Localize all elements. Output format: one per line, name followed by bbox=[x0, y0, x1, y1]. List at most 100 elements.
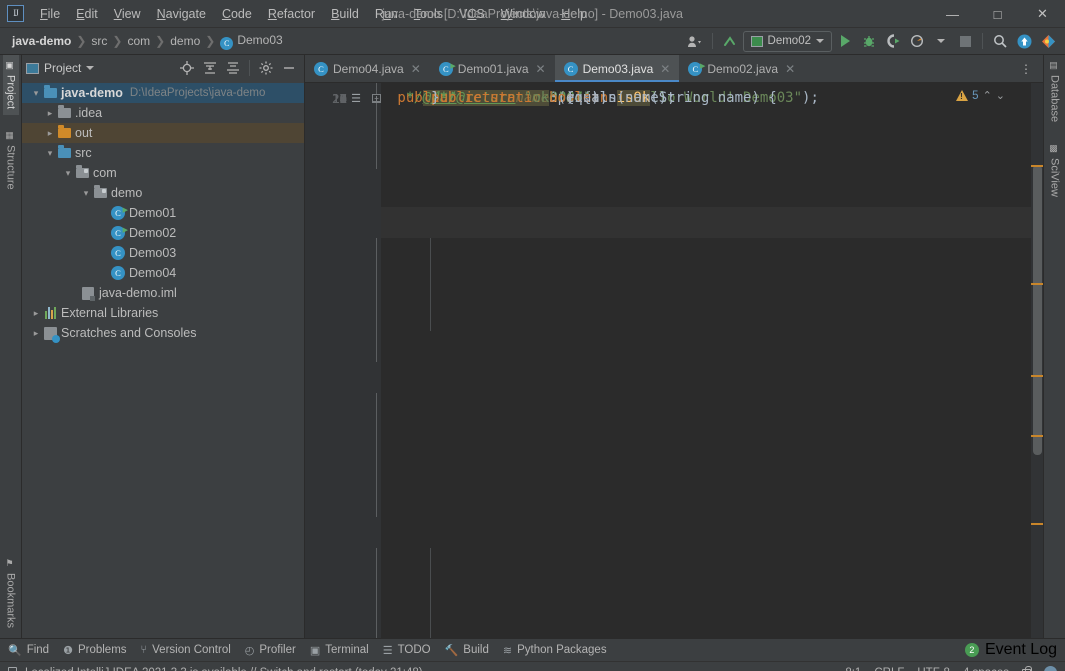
status-message[interactable]: Localized IntelliJ IDEA 2021.3.3 is avai… bbox=[25, 667, 423, 671]
ide-update-icon[interactable] bbox=[1013, 30, 1035, 52]
tool-window-problems[interactable]: ❶ Problems bbox=[63, 644, 126, 657]
warning-stripe-mark[interactable] bbox=[1031, 523, 1043, 525]
run-configuration-selector[interactable]: Demo02 bbox=[743, 31, 832, 52]
tab-overflow-icon[interactable]: ⋮ bbox=[1015, 58, 1037, 80]
tree-item-src[interactable]: ▾ src bbox=[22, 143, 304, 163]
menu-help[interactable]: Help bbox=[553, 4, 595, 24]
project-panel-title[interactable]: Project bbox=[26, 61, 94, 75]
sidebar-item-database[interactable]: ▤ Database bbox=[1047, 55, 1063, 128]
close-icon[interactable]: ✕ bbox=[785, 62, 795, 76]
line-separator[interactable]: CRLF bbox=[874, 667, 904, 671]
hide-panel-icon[interactable] bbox=[278, 57, 300, 79]
file-encoding[interactable]: UTF-8 bbox=[917, 667, 950, 671]
chevron-up-icon[interactable]: ⌃ bbox=[983, 89, 992, 102]
editor-gutter[interactable]: 4 5 6 7 8 9 10 11 12 13 14 15 16 17 18 1… bbox=[305, 83, 381, 638]
chevron-right-icon[interactable]: ▸ bbox=[44, 108, 56, 119]
chevron-down-icon[interactable]: ▾ bbox=[30, 88, 42, 99]
close-button[interactable]: ✕ bbox=[1020, 0, 1065, 28]
warning-stripe-mark[interactable] bbox=[1031, 435, 1043, 437]
sidebar-item-structure[interactable]: ▦ Structure bbox=[3, 115, 19, 196]
menu-edit[interactable]: Edit bbox=[68, 4, 106, 24]
editor-body[interactable]: 4 5 6 7 8 9 10 11 12 13 14 15 16 17 18 1… bbox=[305, 83, 1043, 638]
tree-item-demo04[interactable]: C Demo04 bbox=[22, 263, 304, 283]
menu-navigate[interactable]: Navigate bbox=[149, 4, 214, 24]
breadcrumb-item-class[interactable]: CDemo03 bbox=[216, 32, 286, 51]
breadcrumb-item-src[interactable]: src bbox=[87, 33, 111, 49]
indent-setting[interactable]: 4 spaces bbox=[963, 667, 1009, 671]
close-icon[interactable]: ✕ bbox=[411, 62, 421, 76]
breadcrumb-item-demo[interactable]: demo bbox=[166, 33, 204, 49]
menu-build[interactable]: Build bbox=[323, 4, 367, 24]
notifications-icon[interactable] bbox=[1044, 666, 1057, 671]
menu-file[interactable]: File bbox=[32, 4, 68, 24]
maximize-button[interactable]: □ bbox=[975, 0, 1020, 28]
menu-vcs[interactable]: VCS bbox=[451, 4, 493, 24]
javadoc-render-icon[interactable]: ☰ bbox=[349, 83, 363, 114]
minimize-button[interactable]: — bbox=[930, 0, 975, 28]
menu-code[interactable]: Code bbox=[214, 4, 260, 24]
tool-window-terminal[interactable]: ▣ Terminal bbox=[310, 644, 369, 657]
tab-demo04[interactable]: C Demo04.java ✕ bbox=[305, 55, 430, 82]
run-coverage-icon[interactable] bbox=[882, 30, 904, 52]
close-icon[interactable]: ✕ bbox=[536, 62, 546, 76]
tree-item-java-demo[interactable]: ▾ java-demo D:\IdeaProjects\java-demo bbox=[22, 83, 304, 103]
chevron-down-icon[interactable]: ▾ bbox=[62, 168, 74, 179]
tree-item-demo01[interactable]: C Demo01 bbox=[22, 203, 304, 223]
warning-stripe-mark[interactable] bbox=[1031, 283, 1043, 285]
code-editor[interactable]: * @author 水滴 * @date 2022/4/4 0004 */ pu… bbox=[381, 83, 1031, 638]
tool-window-python-packages[interactable]: ≋ Python Packages bbox=[503, 644, 607, 657]
event-log-widget[interactable]: 2 Event Log bbox=[965, 641, 1057, 659]
user-avatar-icon[interactable] bbox=[684, 30, 706, 52]
tree-item-idea[interactable]: ▸ .idea bbox=[22, 103, 304, 123]
collapse-all-icon[interactable] bbox=[222, 57, 244, 79]
inspection-widget[interactable]: 5 ⌃ ⌄ bbox=[956, 89, 1005, 102]
update-project-icon[interactable] bbox=[719, 30, 741, 52]
debug-icon[interactable] bbox=[858, 30, 880, 52]
breadcrumb-item-project[interactable]: java-demo bbox=[8, 33, 75, 49]
gear-icon[interactable] bbox=[255, 57, 277, 79]
breadcrumb-item-com[interactable]: com bbox=[123, 33, 154, 49]
warning-stripe-mark[interactable] bbox=[1031, 165, 1043, 167]
sidebar-item-sciview[interactable]: ▩ SciView bbox=[1047, 128, 1063, 203]
menu-run[interactable]: Run bbox=[367, 4, 406, 24]
feedback-icon[interactable] bbox=[1037, 30, 1059, 52]
tree-item-scratches[interactable]: ▸ Scratches and Consoles bbox=[22, 323, 304, 343]
menu-window[interactable]: Window bbox=[493, 4, 553, 24]
run-icon[interactable] bbox=[834, 30, 856, 52]
tree-item-external-libraries[interactable]: ▸ External Libraries bbox=[22, 303, 304, 323]
chevron-right-icon[interactable]: ▸ bbox=[30, 328, 42, 339]
tab-demo03[interactable]: C Demo03.java ✕ bbox=[555, 55, 680, 82]
search-everywhere-icon[interactable] bbox=[989, 30, 1011, 52]
tool-window-find[interactable]: 🔍 Find bbox=[8, 644, 49, 657]
sidebar-item-bookmarks[interactable]: ⚑ Bookmarks bbox=[3, 553, 19, 638]
editor-error-stripe[interactable] bbox=[1031, 83, 1043, 638]
project-tree[interactable]: ▾ java-demo D:\IdeaProjects\java-demo ▸ … bbox=[22, 81, 304, 638]
tab-demo01[interactable]: C Demo01.java ✕ bbox=[430, 55, 555, 82]
sidebar-item-project[interactable]: ▣ Project bbox=[3, 55, 19, 115]
menu-refactor[interactable]: Refactor bbox=[260, 4, 323, 24]
chevron-down-icon[interactable]: ▾ bbox=[80, 188, 92, 199]
profile-icon[interactable] bbox=[906, 30, 928, 52]
close-icon[interactable]: ✕ bbox=[660, 62, 670, 76]
tree-item-iml[interactable]: java-demo.iml bbox=[22, 283, 304, 303]
tree-item-demo[interactable]: ▾ demo bbox=[22, 183, 304, 203]
tool-window-profiler[interactable]: ◴ Profiler bbox=[245, 644, 296, 657]
chevron-down-icon[interactable]: ⌄ bbox=[996, 89, 1005, 102]
tree-item-demo02[interactable]: C Demo02 bbox=[22, 223, 304, 243]
tree-item-out[interactable]: ▸ out bbox=[22, 123, 304, 143]
tool-window-todo[interactable]: ☰ TODO bbox=[383, 644, 431, 657]
editor-scrollbar-thumb[interactable] bbox=[1033, 165, 1042, 455]
locate-icon[interactable] bbox=[176, 57, 198, 79]
warning-stripe-mark[interactable] bbox=[1031, 375, 1043, 377]
chevron-right-icon[interactable]: ▸ bbox=[44, 128, 56, 139]
menu-view[interactable]: View bbox=[106, 4, 149, 24]
tool-window-version-control[interactable]: ⑂ Version Control bbox=[141, 644, 231, 656]
caret-position[interactable]: 8:1 bbox=[845, 667, 861, 671]
chevron-down-icon[interactable]: ▾ bbox=[44, 148, 56, 159]
stop-icon[interactable] bbox=[954, 30, 976, 52]
tool-window-build[interactable]: 🔨 Build bbox=[445, 644, 489, 657]
tree-item-com[interactable]: ▾ com bbox=[22, 163, 304, 183]
chevron-down-icon[interactable] bbox=[930, 30, 952, 52]
menu-tools[interactable]: Tools bbox=[406, 4, 451, 24]
tab-demo02[interactable]: C Demo02.java ✕ bbox=[679, 55, 804, 82]
